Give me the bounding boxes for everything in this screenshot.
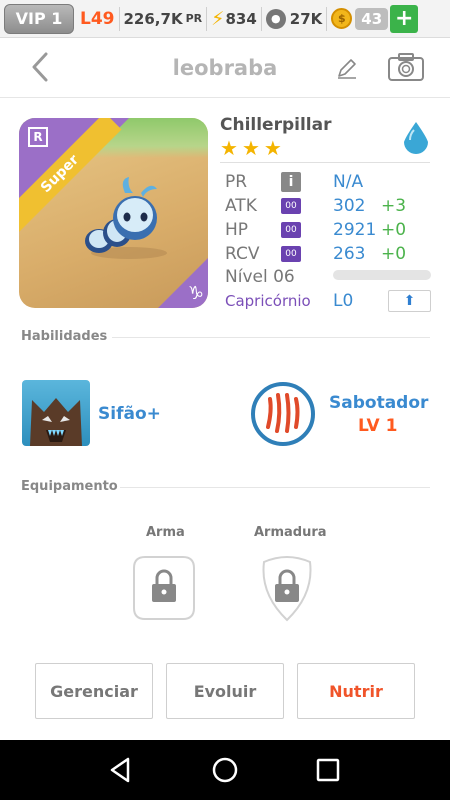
stat-label: PR [225, 172, 248, 192]
coin-counter[interactable]: $ 43 [331, 7, 389, 30]
stat-badge: 00 [281, 222, 301, 238]
player-power: 226,7K [123, 9, 183, 28]
stat-label: RCV [225, 244, 260, 264]
stat-row-level: Nível 06 [225, 266, 335, 288]
info-button[interactable]: i [281, 172, 301, 192]
feed-button[interactable]: Nutrir [297, 663, 415, 719]
stat-value: 2921 [333, 220, 377, 240]
divider [118, 6, 120, 31]
weapon-label: Arma [146, 525, 185, 540]
stat-value: 263 [333, 244, 366, 264]
status-bar: VIP 1 L49 226,7K PR ⚡ 834 ● 27K $ 43 + [0, 0, 450, 38]
divider [120, 487, 430, 488]
star-icon: ★ [263, 136, 282, 160]
active-skill-name[interactable]: Sifão+ [98, 404, 161, 424]
stat-badge: 00 [281, 198, 301, 214]
energy-value: 834 [225, 9, 257, 28]
weapon-slot[interactable] [131, 554, 197, 622]
monster-sprite [85, 177, 167, 259]
passive-skill-level: LV 1 [358, 416, 398, 436]
stat-bonus: +3 [381, 196, 407, 216]
coin-value: 43 [355, 7, 389, 30]
skills-section-title: Habilidades [21, 329, 108, 344]
divider [206, 6, 208, 31]
camera-icon[interactable] [387, 52, 425, 82]
pencil-icon[interactable] [335, 56, 359, 80]
power-unit: PR [185, 12, 203, 25]
bolt-icon: ⚡ [211, 7, 225, 30]
water-element-icon[interactable] [400, 120, 432, 156]
active-skill-icon[interactable] [22, 380, 90, 446]
system-nav-bar [0, 740, 450, 800]
paw-counter[interactable]: ● 27K [265, 8, 323, 29]
home-icon[interactable] [209, 754, 241, 786]
stat-row-hp: HP 00 2921 +0 [225, 219, 406, 241]
passive-skill-name[interactable]: Sabotador [329, 393, 428, 413]
monster-portrait[interactable]: R Super ♑ [19, 118, 208, 308]
manage-button[interactable]: Gerenciar [35, 663, 153, 719]
wolf-icon [30, 398, 82, 446]
upgrade-zodiac-button[interactable]: ⬆ [388, 290, 431, 312]
stat-badge: 00 [281, 246, 301, 262]
armor-slot[interactable] [254, 554, 320, 622]
evolve-button[interactable]: Evoluir [166, 663, 284, 719]
rarity-badge: R [28, 127, 48, 147]
divider [260, 6, 262, 31]
page-header: leobraba [0, 38, 450, 98]
level-label: Nível 06 [225, 267, 295, 287]
stat-bonus: +0 [381, 220, 407, 240]
divider [112, 337, 430, 338]
xp-progress-bar [333, 270, 431, 280]
star-icon: ★ [220, 136, 238, 160]
armor-label: Armadura [254, 525, 327, 540]
paw-value: 27K [289, 9, 323, 28]
star-rating: ★ ★ ★ [220, 138, 282, 158]
stat-label: ATK [225, 196, 257, 216]
stat-label: HP [225, 220, 249, 240]
stat-row-atk: ATK 00 302 +3 [225, 195, 406, 217]
zodiac-name: Capricórnio [225, 292, 311, 310]
coin-icon: $ [331, 8, 353, 29]
claw-icon[interactable] [250, 381, 316, 447]
equipment-section-title: Equipamento [21, 479, 118, 494]
up-arrow-icon: ⬆ [403, 293, 416, 309]
star-icon: ★ [241, 136, 260, 160]
add-coins-button[interactable]: + [390, 4, 419, 33]
stat-row-pr: PR i N/A [225, 171, 381, 193]
player-level: L49 [80, 8, 115, 29]
page-title: leobraba [172, 56, 278, 80]
paw-icon: ● [265, 8, 286, 29]
divider [220, 162, 430, 163]
vip-badge[interactable]: VIP 1 [4, 3, 74, 34]
monster-name: Chillerpillar [220, 115, 332, 135]
recents-icon[interactable] [312, 754, 344, 786]
stat-value: 302 [333, 196, 366, 216]
energy-counter[interactable]: ⚡ 834 [211, 8, 257, 30]
divider [326, 6, 328, 31]
stat-bonus: +0 [381, 244, 407, 264]
stat-row-rcv: RCV 00 263 +0 [225, 243, 406, 265]
back-icon[interactable] [106, 754, 138, 786]
capricorn-icon: ♑ [187, 283, 204, 304]
stat-value: N/A [333, 172, 364, 192]
zodiac-level: L0 [333, 291, 354, 311]
